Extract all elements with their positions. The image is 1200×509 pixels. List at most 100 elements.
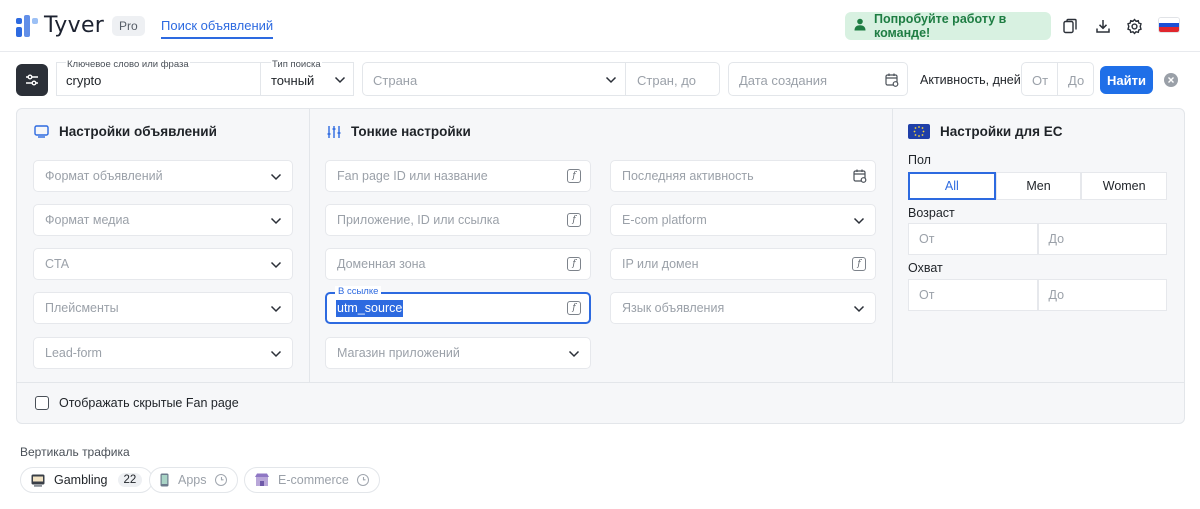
nav-ad-search[interactable]: Поиск объявлений	[161, 18, 274, 39]
download-icon[interactable]	[1093, 16, 1113, 36]
cta-select[interactable]: CTA	[33, 248, 293, 280]
logo[interactable]: Tyver	[16, 13, 104, 38]
show-hidden-fanpage-label: Отображать скрытые Fan page	[59, 396, 239, 410]
function-icon: f	[852, 257, 866, 271]
app-store-select[interactable]: Магазин приложений	[325, 337, 591, 369]
countries-to-placeholder: Стран, до	[637, 73, 697, 88]
keyword-label: Ключевое слово или фраза	[66, 59, 190, 70]
vertical-chip-ecommerce[interactable]: E-commerce	[244, 467, 380, 493]
vertical-chip-label: Gambling	[54, 473, 108, 487]
fan-page-placeholder: Fan page ID или название	[337, 169, 488, 183]
ad-settings-title: Настройки объявлений	[34, 124, 217, 139]
function-icon: f	[567, 257, 581, 271]
country-placeholder: Страна	[373, 73, 418, 88]
gender-option-men[interactable]: Men	[995, 172, 1082, 200]
in-link-input[interactable]: В ссылке utm_source f	[325, 286, 591, 324]
try-team-label: Попробуйте работу в команде!	[874, 12, 1007, 40]
gender-label: Пол	[908, 153, 931, 167]
domain-zone-input[interactable]: Доменная зона f	[325, 248, 591, 280]
eu-settings-title: Настройки для ЕС	[908, 124, 1063, 139]
ad-format-placeholder: Формат объявлений	[45, 169, 163, 183]
vertical-chip-label: Apps	[178, 473, 207, 487]
activity-days-label: Активность, дней	[920, 73, 1021, 87]
column-divider	[309, 109, 310, 382]
ad-format-select[interactable]: Формат объявлений	[33, 160, 293, 192]
gender-option-all[interactable]: All	[908, 172, 996, 200]
function-icon: f	[567, 301, 581, 315]
chevron-down-icon	[568, 350, 580, 358]
app-input[interactable]: Приложение, ID или ссылка f	[325, 204, 591, 236]
search-type-value: точный	[271, 73, 315, 88]
ad-language-select[interactable]: Язык объявления	[610, 292, 876, 324]
reach-range: От До	[908, 279, 1167, 311]
sliders-vertical-icon	[327, 125, 341, 139]
ip-domain-placeholder: IP или домен	[622, 257, 699, 271]
created-date-input[interactable]: Дата создания	[728, 62, 908, 96]
chevron-down-icon	[270, 261, 282, 269]
clock-icon	[356, 474, 369, 486]
ad-language-placeholder: Язык объявления	[622, 301, 725, 315]
gear-icon[interactable]	[1124, 16, 1144, 36]
try-team-button[interactable]: Попробуйте работу в команде!	[845, 12, 1051, 40]
activity-from-input[interactable]: От	[1021, 62, 1057, 96]
country-select[interactable]: Страна	[362, 62, 625, 96]
lead-form-select[interactable]: Lead-form	[33, 337, 293, 369]
fan-page-input[interactable]: Fan page ID или название f	[325, 160, 591, 192]
media-format-placeholder: Формат медиа	[45, 213, 130, 227]
in-link-label: В ссылке	[335, 286, 382, 298]
bookmarks-icon[interactable]	[1060, 16, 1080, 36]
chevron-down-icon	[605, 76, 617, 84]
calendar-icon	[853, 169, 867, 183]
fine-settings-title-text: Тонкие настройки	[351, 124, 471, 139]
age-to-input[interactable]: До	[1037, 223, 1167, 255]
eu-settings-title-text: Настройки для ЕС	[940, 124, 1063, 139]
filters-toggle-button[interactable]	[16, 64, 48, 96]
reach-to-input[interactable]: До	[1037, 279, 1167, 311]
clock-icon	[214, 474, 227, 486]
keyword-value: crypto	[66, 73, 102, 88]
media-format-select[interactable]: Формат медиа	[33, 204, 293, 236]
keyword-field[interactable]: Ключевое слово или фраза crypto	[56, 59, 260, 96]
app-header: Tyver Pro Поиск объявлений Попробуйте ра…	[0, 0, 1200, 52]
sliders-icon	[26, 74, 38, 86]
last-activity-input[interactable]: Последняя активность	[610, 160, 876, 192]
ecom-platform-placeholder: E-com platform	[622, 213, 707, 227]
countries-to-input[interactable]: Стран, до	[625, 62, 720, 96]
lead-form-placeholder: Lead-form	[45, 346, 102, 360]
chevron-down-icon	[270, 217, 282, 225]
function-icon: f	[567, 169, 581, 183]
chevron-down-icon	[270, 350, 282, 358]
gender-segmented-control: All Men Women	[908, 172, 1168, 200]
traffic-vertical-title: Вертикаль трафика	[20, 445, 130, 459]
reach-from-input[interactable]: От	[908, 279, 1038, 311]
ecom-platform-select[interactable]: E-com platform	[610, 204, 876, 236]
vertical-chip-gambling[interactable]: Gambling 22	[20, 467, 154, 493]
calendar-icon	[885, 73, 899, 87]
reach-label: Охват	[908, 261, 943, 275]
vertical-chip-count: 22	[117, 473, 143, 487]
show-hidden-fanpage-checkbox[interactable]	[35, 396, 49, 410]
vertical-chip-apps[interactable]: Apps	[149, 467, 238, 493]
clear-search-icon[interactable]	[1164, 73, 1178, 87]
gender-option-women[interactable]: Women	[1081, 172, 1168, 200]
placements-select[interactable]: Плейсменты	[33, 292, 293, 324]
logo-icon	[16, 14, 38, 37]
chevron-down-icon	[334, 76, 346, 84]
chevron-down-icon	[853, 217, 865, 225]
app-placeholder: Приложение, ID или ссылка	[337, 213, 500, 227]
last-activity-placeholder: Последняя активность	[622, 169, 754, 183]
domain-zone-placeholder: Доменная зона	[337, 257, 426, 271]
phone-icon	[160, 473, 169, 487]
search-type-select[interactable]: Тип поиска точный	[260, 59, 354, 96]
app-store-placeholder: Магазин приложений	[337, 346, 460, 360]
find-button[interactable]: Найти	[1100, 66, 1153, 94]
monitor-icon	[34, 125, 49, 138]
cta-placeholder: CTA	[45, 257, 70, 271]
language-flag-icon[interactable]	[1158, 17, 1180, 33]
column-divider	[892, 109, 893, 382]
search-type-label: Тип поиска	[271, 59, 322, 70]
ip-domain-input[interactable]: IP или домен f	[610, 248, 876, 280]
age-from-input[interactable]: От	[908, 223, 1038, 255]
shop-icon	[255, 473, 269, 487]
activity-to-input[interactable]: До	[1057, 62, 1094, 96]
